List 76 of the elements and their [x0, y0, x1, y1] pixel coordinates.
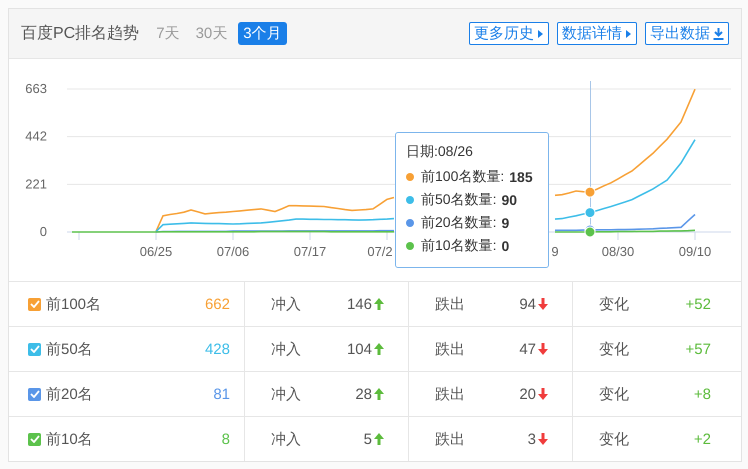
tooltip-value: 185	[509, 168, 533, 184]
tooltip-value: 9	[501, 214, 510, 230]
x-axis-label: 07/2	[367, 244, 393, 259]
tooltip-label: 前50名数量:	[421, 190, 496, 208]
change-label: 变化	[599, 340, 630, 358]
entered-label: 冲入	[271, 294, 302, 314]
change-value: +8	[694, 386, 711, 402]
x-axis-label: 08/30	[602, 244, 634, 259]
up-arrow-icon	[374, 433, 384, 445]
series-label: 前10名	[46, 430, 94, 448]
series-label: 前50名	[46, 340, 94, 358]
entered-value: 28	[355, 386, 372, 402]
tooltip-value: 90	[501, 192, 518, 208]
checkbox[interactable]	[28, 388, 41, 400]
down-arrow-icon	[538, 433, 548, 445]
tooltip-value: 0	[501, 238, 510, 254]
checkbox[interactable]	[28, 432, 41, 446]
total-value: 81	[213, 386, 230, 402]
tooltip-label: 前20名数量:	[421, 214, 496, 232]
entered-value: 5	[364, 430, 372, 448]
y-axis-label: 663	[25, 81, 47, 96]
checkbox[interactable]	[28, 342, 41, 356]
total-value: 428	[204, 340, 230, 358]
x-axis-label: 07/06	[216, 244, 250, 259]
up-arrow-icon	[374, 343, 384, 355]
entered-label: 冲入	[271, 384, 302, 404]
tooltip-label: 前10名数量:	[421, 236, 496, 254]
series-label: 前20名	[46, 384, 94, 404]
series-label: 前100名	[46, 294, 102, 314]
dropped-value: 47	[519, 340, 536, 358]
down-arrow-icon	[538, 298, 548, 310]
dropped-label: 跌出	[435, 294, 466, 314]
y-axis-label: 0	[40, 224, 47, 239]
change-value: +52	[686, 296, 711, 312]
entered-label: 冲入	[271, 430, 302, 448]
range-tab[interactable]: 30天	[190, 22, 232, 45]
checkbox[interactable]	[28, 298, 41, 310]
x-axis-label: 9	[551, 244, 559, 259]
range-tab[interactable]: 3个月	[238, 22, 287, 45]
up-arrow-icon	[374, 388, 384, 400]
change-value: +2	[694, 430, 711, 448]
action-button[interactable]: 导出数据	[645, 22, 729, 45]
caret-icon	[537, 28, 544, 38]
dropped-label: 跌出	[435, 384, 466, 404]
x-axis-label: 09/10	[678, 244, 712, 259]
x-axis-label: 06/25	[140, 244, 172, 259]
dropped-value: 20	[519, 386, 536, 402]
chart-title: 百度PC排名趋势	[21, 24, 140, 44]
action-button[interactable]: 数据详情	[557, 22, 637, 45]
entered-label: 冲入	[271, 340, 302, 358]
data-point	[584, 186, 596, 198]
total-value: 662	[204, 296, 230, 312]
down-arrow-icon	[538, 343, 548, 355]
y-axis-label: 442	[25, 128, 47, 144]
up-arrow-icon	[374, 298, 384, 310]
change-value: +57	[686, 340, 711, 358]
download-icon	[713, 28, 724, 40]
x-axis-label: 07/17	[294, 244, 326, 259]
dropped-value: 3	[528, 430, 536, 448]
total-value: 8	[222, 430, 230, 448]
change-label: 变化	[599, 294, 630, 314]
change-label: 变化	[599, 384, 630, 404]
tooltip-date: 日期:08/26	[406, 143, 474, 161]
tooltip-label: 前100名数量:	[421, 168, 504, 186]
dropped-value: 94	[519, 296, 536, 312]
y-axis-label: 221	[25, 176, 47, 192]
dropped-label: 跌出	[435, 430, 466, 448]
entered-value: 146	[346, 296, 372, 312]
entered-value: 104	[346, 340, 372, 358]
data-point	[584, 207, 596, 218]
caret-icon	[625, 28, 632, 38]
down-arrow-icon	[538, 388, 548, 400]
change-label: 变化	[599, 430, 630, 448]
range-tab[interactable]: 7天	[151, 22, 185, 45]
action-button[interactable]: 更多历史	[469, 22, 549, 45]
dropped-label: 跌出	[435, 340, 466, 358]
